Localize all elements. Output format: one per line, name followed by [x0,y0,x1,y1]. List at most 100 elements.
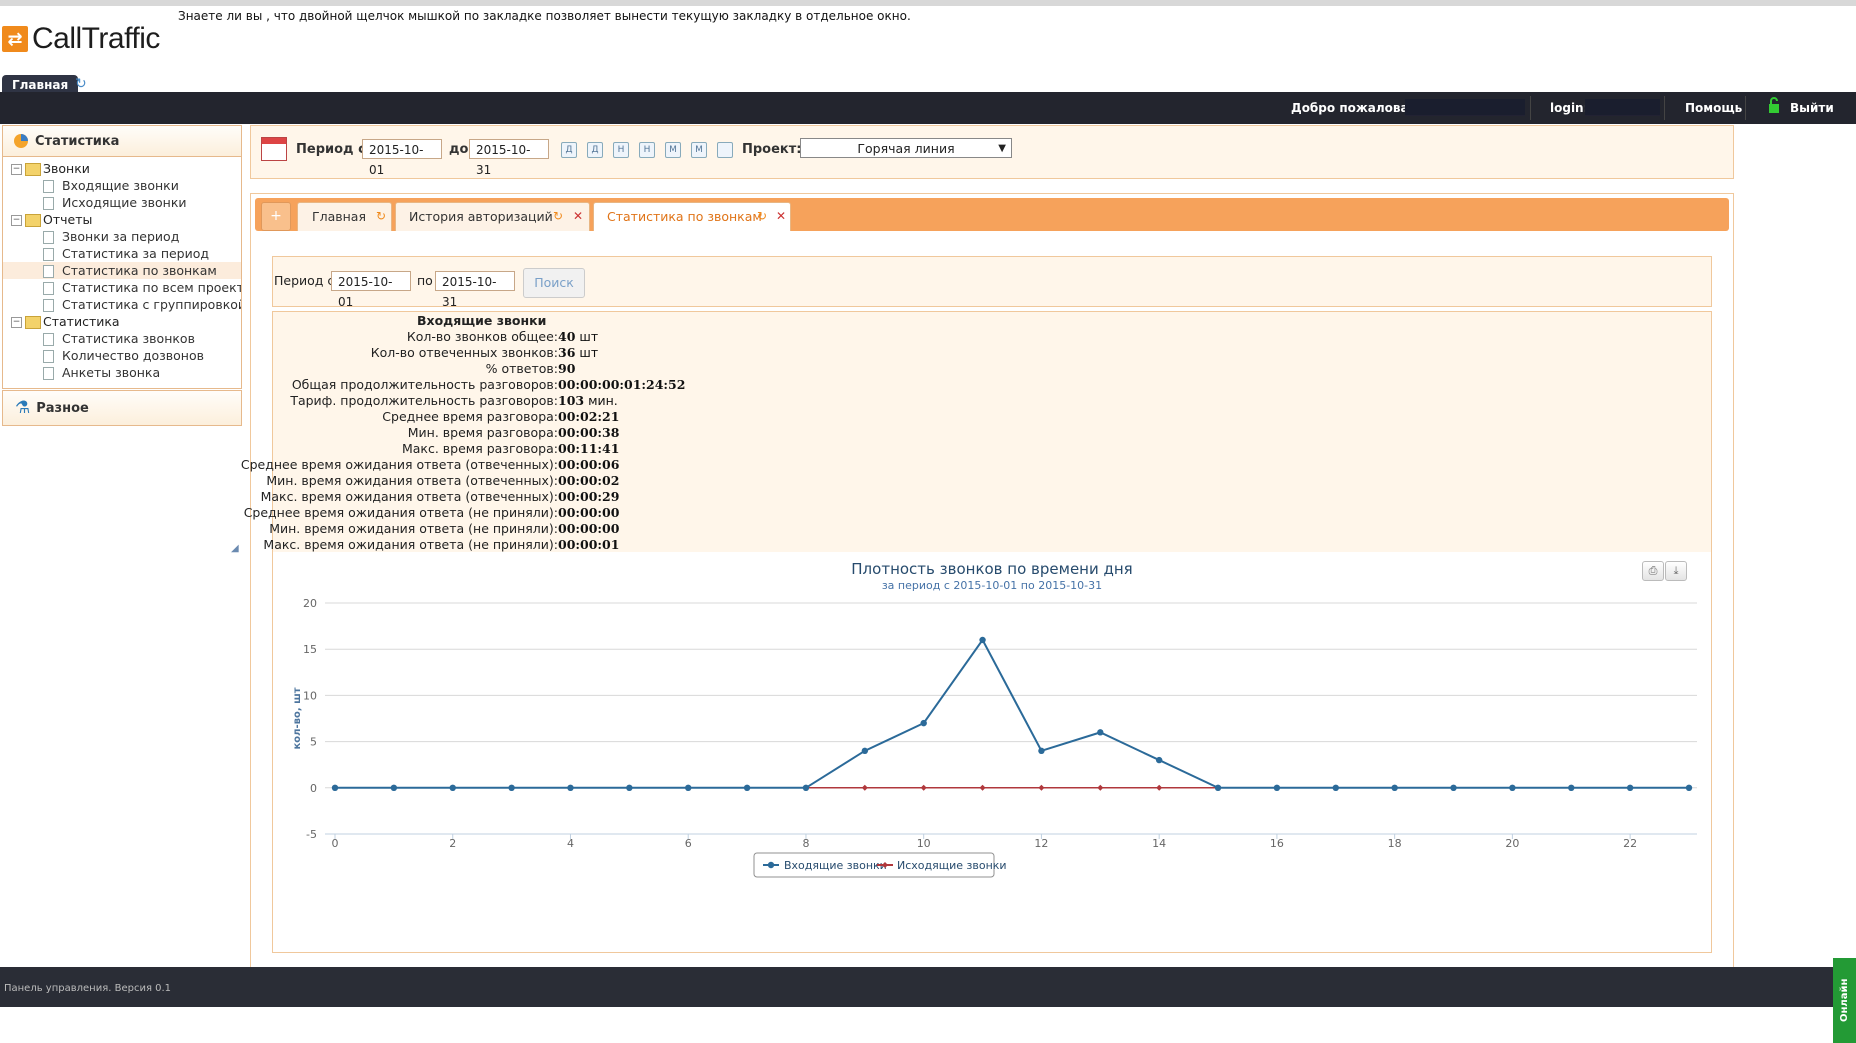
sidebar-header[interactable]: Статистика [3,126,241,157]
tree-item-label: Звонки за период [62,229,180,244]
tree-item[interactable]: Исходящие звонки [3,194,241,211]
tree-folder[interactable]: − Статистика [3,313,241,330]
stat-unit: мин. [584,393,618,408]
data-point [685,784,692,791]
tab-auth-history[interactable]: История авторизаций ↻ ✕ [395,202,590,231]
logo-text: CallTraffic [32,22,160,55]
folder-icon [25,316,41,329]
tree-item[interactable]: Статистика по всем проектам [3,279,241,296]
line-chart: Плотность звонков по времени дняза перио… [292,560,1697,878]
refresh-icon[interactable]: ↻ [376,203,386,230]
tree-item[interactable]: Входящие звонки [3,177,241,194]
data-point [979,636,986,644]
tabs-bar: + Главная ↻ История авторизаций ↻ ✕ Стат… [255,198,1729,231]
help-link[interactable]: Помощь [1685,101,1742,115]
tree-item[interactable]: Статистика за период [3,245,241,262]
stat-row: Среднее время ожидания ответа (отвеченны… [241,457,1673,473]
document-icon [43,265,54,278]
period-from-input[interactable]: 2015-10-01 [362,139,442,177]
stat-label: Макс. время разговора: [401,441,558,456]
stat-value-number: 00:00:02 [558,473,620,488]
search-to-input[interactable]: 2015-10-31 [435,271,515,309]
resize-handle-icon[interactable]: ◢ [231,543,239,554]
stat-value: 00:02:21 [558,409,619,425]
calendar-icon[interactable] [261,137,287,161]
data-point [861,784,868,791]
refresh-icon[interactable]: ↻ [757,203,767,230]
stat-value-number: 00:00:29 [558,489,620,504]
data-point [743,784,751,791]
period-from-label: Период с [296,142,366,157]
print-icon[interactable]: ⎙ [1642,561,1664,581]
stat-value: 90 [558,361,575,377]
quick-week-button[interactable]: Н [613,142,629,158]
quick-month-button[interactable]: М [691,142,707,158]
tab-call-stats[interactable]: Статистика по звонкам ↻ ✕ [593,202,791,231]
tree-item-label: Исходящие звонки [62,195,187,210]
stat-value: 103 мин. [558,393,618,409]
top-bar: Добро пожаловать, login: Помощь Выйти [0,92,1856,124]
download-icon[interactable]: ⤓ [1665,561,1687,581]
x-tick-label: 16 [1270,837,1284,850]
close-icon[interactable]: ✕ [573,203,583,230]
quick-day-button[interactable]: Д [587,142,603,158]
stat-value: 00:00:29 [558,489,619,505]
quick-month-button[interactable]: М [665,142,681,158]
stat-label: Мин. время ожидания ответа (отвеченных): [266,473,558,488]
divider [1664,96,1665,120]
sidebar-misc-header[interactable]: ⚗ Разное [2,390,242,426]
quick-reset-button[interactable] [717,142,733,158]
stat-row: Кол-во отвеченных звонков: 36 шт [273,345,1673,361]
tree-item[interactable]: Звонки за период [3,228,241,245]
project-label: Проект: [742,142,802,157]
tree-item-selected[interactable]: Статистика по звонкам [3,262,241,279]
tree-item[interactable]: Статистика с группировкой [3,296,241,313]
footer-text: Панель управления. Версия 0.1 [4,983,172,994]
refresh-icon[interactable]: ↻ [75,76,87,92]
collapse-icon[interactable]: − [11,164,22,175]
stat-row: % ответов: 90 [273,361,1673,377]
x-tick-label: 8 [802,837,809,850]
search-button[interactable]: Поиск [523,268,585,298]
tree-item[interactable]: Статистика звонков [3,330,241,347]
stat-label: Мин. время разговора: [407,425,558,440]
tree-folder[interactable]: − Звонки [3,160,241,177]
browser-strip [0,0,1856,6]
tree-folder[interactable]: − Отчеты [3,211,241,228]
tree-item-label: Статистика звонков [62,331,195,346]
refresh-icon[interactable]: ↻ [553,203,563,230]
lock-icon[interactable] [1768,96,1780,114]
stat-label: Макс. время ожидания ответа (не приняли)… [263,537,558,552]
legend-label: Входящие звонки [784,859,887,872]
add-tab-button[interactable]: + [261,202,291,231]
period-to-input[interactable]: 2015-10-31 [469,139,549,177]
tree-item-label: Количество дозвонов [62,348,204,363]
stat-value-number: 00:00:00 [558,521,620,536]
close-icon[interactable]: ✕ [776,203,786,230]
search-to-label: по [417,273,433,288]
stat-label: Среднее время ожидания ответа (не принял… [243,505,558,520]
logout-link[interactable]: Выйти [1790,101,1834,115]
x-tick-label: 18 [1388,837,1402,850]
stats-title: Входящие звонки [417,313,547,328]
x-tick-label: 14 [1152,837,1166,850]
tab-main[interactable]: Главная ↻ [297,202,392,231]
footer: Панель управления. Версия 0.1 [0,967,1856,1007]
stat-value-number: 00:02:21 [558,409,620,424]
quick-week-button[interactable]: Н [639,142,655,158]
search-from-input[interactable]: 2015-10-01 [331,271,411,309]
online-consultant-button[interactable]: Онлайн консультант [1833,958,1856,1043]
quick-day-button[interactable]: Д [561,142,577,158]
x-tick-label: 6 [685,837,692,850]
stat-value: 40 шт [558,329,598,345]
tree-item[interactable]: Количество дозвонов [3,347,241,364]
collapse-icon[interactable]: − [11,215,22,226]
data-point [920,784,927,791]
project-select[interactable]: Горячая линия ▼ [800,138,1012,158]
tree-item-label: Статистика с группировкой [62,297,241,312]
logo[interactable]: ⇄ CallTraffic [2,22,160,56]
stat-row: Среднее время разговора: 00:02:21 [273,409,1673,425]
collapse-icon[interactable]: − [11,317,22,328]
tree-item[interactable]: Анкеты звонка [3,364,241,381]
legend-marker [767,861,775,869]
